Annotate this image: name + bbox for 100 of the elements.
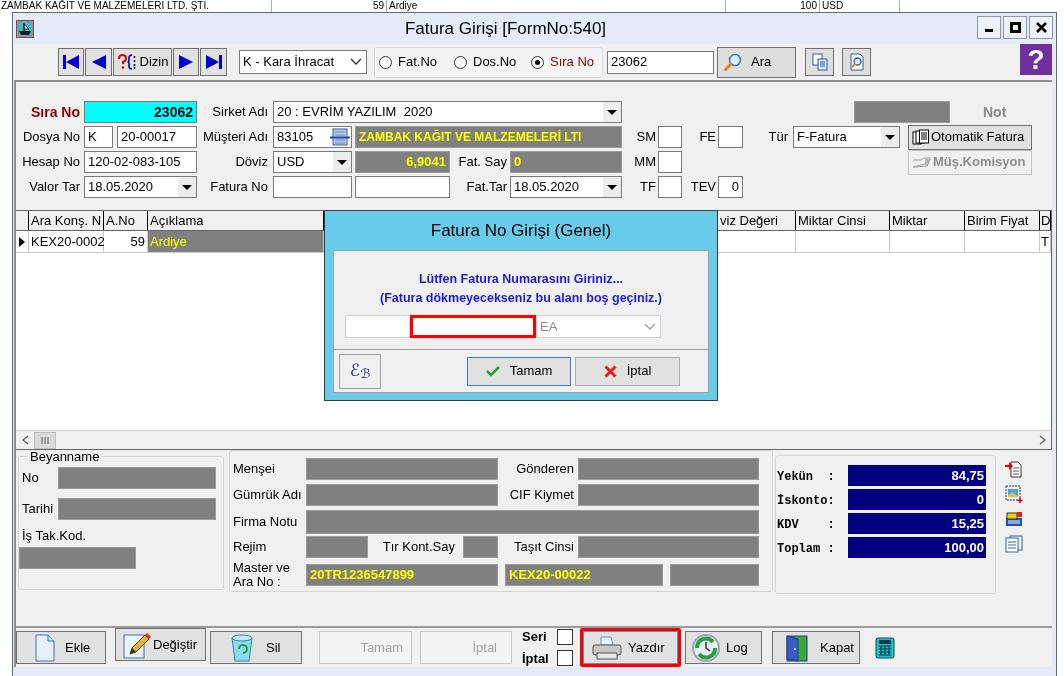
- checkbox[interactable]: [557, 650, 573, 667]
- auto-invoice-button[interactable]: Otomatik Fatura: [908, 124, 1032, 150]
- index-button[interactable]: Dizin: [113, 48, 172, 76]
- column-header[interactable]: Birim Fiyat: [965, 211, 1040, 230]
- date-dropdown[interactable]: 18.05.2020: [84, 176, 197, 198]
- column-header[interactable]: Miktar: [890, 211, 965, 230]
- text-field[interactable]: [578, 536, 759, 558]
- help-button[interactable]: ?: [1020, 44, 1052, 75]
- text-field[interactable]: [58, 467, 216, 489]
- account-number-field[interactable]: 120-02-083-105: [84, 151, 197, 173]
- input-field[interactable]: [658, 151, 682, 173]
- column-header[interactable]: A.No: [104, 211, 148, 230]
- table-cell: KEX20-0002: [29, 231, 104, 252]
- documents-icon: [912, 129, 930, 145]
- export-icon[interactable]: [1005, 460, 1023, 478]
- field-label: Firma Notu: [233, 513, 298, 532]
- add-button[interactable]: Ekle: [16, 631, 106, 664]
- document-list-icon[interactable]: [1005, 535, 1023, 553]
- text-field[interactable]: [19, 547, 136, 569]
- cash-register-icon[interactable]: [1005, 510, 1023, 528]
- scrollbar-thumb[interactable]: [34, 431, 56, 449]
- company-dropdown[interactable]: 20 : EVRİM YAZILIM 2020: [273, 101, 622, 123]
- type-dropdown[interactable]: F-Fatura: [793, 126, 900, 148]
- field-label: İskonto:: [777, 493, 835, 508]
- logo-button[interactable]: ℰ$_{ℬ}$: [339, 353, 381, 389]
- text-field[interactable]: [306, 484, 498, 506]
- invoice-number-field[interactable]: [273, 176, 352, 198]
- radio-option[interactable]: Fat.No: [379, 52, 454, 72]
- input-field[interactable]: [355, 176, 450, 198]
- ok-button[interactable]: Tamam: [467, 356, 571, 386]
- chevron-left-icon[interactable]: [21, 435, 29, 445]
- radio-option[interactable]: Sıra No: [531, 52, 601, 72]
- preview-button[interactable]: [842, 48, 871, 76]
- printer-icon: [592, 635, 622, 660]
- input-field[interactable]: [410, 315, 536, 338]
- field-label: Müşteri Adı: [202, 128, 268, 147]
- log-button[interactable]: Log: [685, 631, 762, 664]
- last-record-button[interactable]: [200, 48, 227, 76]
- text-field[interactable]: [306, 536, 368, 558]
- search-icon: [723, 52, 743, 72]
- input-field[interactable]: [658, 176, 682, 198]
- radio-option[interactable]: Dos.No: [454, 52, 531, 72]
- first-record-button[interactable]: [58, 48, 84, 76]
- text-field[interactable]: [58, 498, 216, 520]
- field-label: Rejim: [233, 538, 267, 557]
- input-field[interactable]: 0: [718, 176, 743, 198]
- close-button[interactable]: [1029, 16, 1053, 39]
- type-dropdown[interactable]: K - Kara İhracat: [239, 50, 367, 74]
- close-icon: [1035, 22, 1047, 33]
- note-field[interactable]: [854, 101, 950, 123]
- text-field[interactable]: [670, 564, 759, 586]
- previous-button[interactable]: [85, 48, 112, 76]
- maximize-icon: [1009, 22, 1021, 33]
- search-button[interactable]: Ara: [717, 46, 796, 78]
- app-icon: [16, 19, 34, 38]
- intermediate-number-field[interactable]: KEX20-00022: [505, 564, 663, 586]
- window-title: Fatura Girişi [FormNo:540]: [404, 17, 607, 40]
- search-field[interactable]: 23062: [607, 50, 714, 74]
- column-header[interactable]: Ara Konş. N: [29, 211, 104, 230]
- text-field[interactable]: [306, 510, 759, 534]
- delete-button[interactable]: Sil: [210, 631, 302, 664]
- edit-button[interactable]: Değiştir: [115, 628, 206, 661]
- field-label: Fat.Tar: [466, 178, 507, 197]
- copy-button[interactable]: [805, 48, 834, 76]
- field-label: Taşıt Cinsi: [514, 538, 574, 557]
- customer-code-field[interactable]: 83105: [273, 126, 352, 148]
- date-dropdown[interactable]: 18.05.2020: [510, 176, 622, 198]
- next-icon: [177, 54, 195, 70]
- document-search-icon: [847, 53, 866, 71]
- currency-dropdown[interactable]: USD: [273, 151, 352, 173]
- chevron-down-icon: [644, 322, 656, 331]
- column-header[interactable]: D: [1040, 211, 1051, 230]
- customer-name-field[interactable]: ZAMBAK KAĞIT VE MALZEMELERİ LTI: [355, 126, 622, 148]
- text-field[interactable]: [578, 458, 759, 480]
- master-number-field[interactable]: 20TR1236547899: [306, 564, 498, 586]
- field-label: No: [22, 469, 39, 488]
- file-number-field[interactable]: 20-00017: [117, 126, 197, 148]
- text-field[interactable]: [306, 458, 498, 480]
- maximize-button[interactable]: [1003, 16, 1027, 39]
- image-add-icon[interactable]: [1005, 485, 1023, 503]
- cancel-button[interactable]: İptal: [575, 356, 680, 386]
- input-field[interactable]: [718, 126, 743, 148]
- close-window-button[interactable]: Kapat: [772, 631, 860, 664]
- exchange-rate-field[interactable]: 6,9041: [355, 151, 450, 173]
- list-icon: [330, 128, 350, 146]
- input-field[interactable]: [658, 126, 682, 148]
- record-number-field[interactable]: 23062: [84, 101, 197, 123]
- text-field[interactable]: [578, 484, 759, 506]
- file-prefix-field[interactable]: K: [84, 126, 113, 148]
- print-button[interactable]: Yazdır: [583, 631, 678, 664]
- text-field[interactable]: [463, 536, 498, 558]
- column-header[interactable]: Miktar Cinsi: [796, 211, 890, 230]
- next-button[interactable]: [173, 48, 199, 76]
- invoice-count-field[interactable]: 0: [510, 151, 622, 173]
- field-label: SM: [636, 128, 656, 147]
- chevron-right-icon[interactable]: [1038, 435, 1046, 445]
- calculator-icon[interactable]: [875, 636, 895, 659]
- checkbox[interactable]: [557, 628, 573, 645]
- hand-icon: [912, 155, 932, 169]
- minimize-button[interactable]: [977, 16, 1001, 39]
